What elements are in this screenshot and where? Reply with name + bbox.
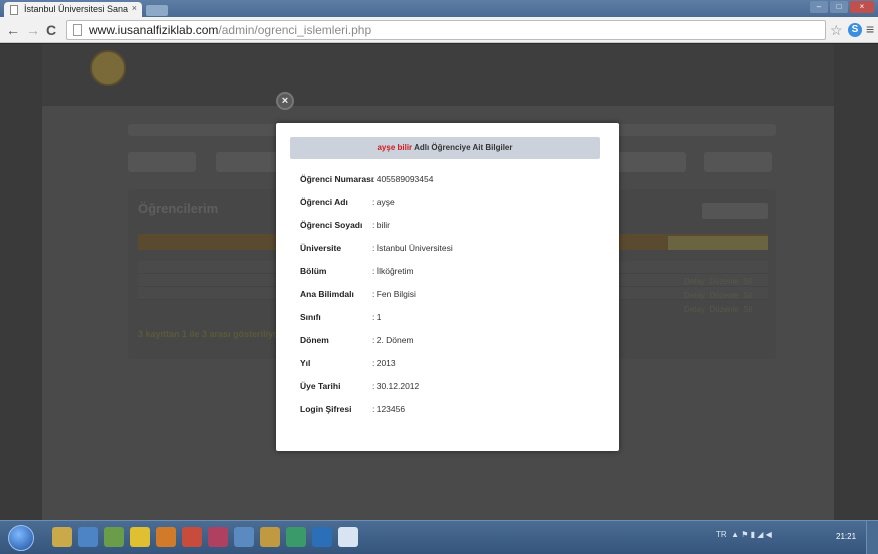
system-tray[interactable]: TR ▲ ⚑ ▮ ◢ ◀ xyxy=(716,530,772,539)
field-row-last-name: Öğrenci Soyadı: bilir xyxy=(300,220,390,230)
dimmed-button xyxy=(618,152,686,172)
row-actions: Detay Düzenle Sil Detay Düzenle Sil Deta… xyxy=(684,277,753,314)
tab-close-icon[interactable]: × xyxy=(132,3,137,13)
language-indicator[interactable]: TR xyxy=(716,530,727,539)
app-taskbar-icon[interactable] xyxy=(208,527,228,547)
explorer-taskbar-icon[interactable] xyxy=(52,527,72,547)
browser-titlebar: İstanbul Üniversitesi Sana × – □ × xyxy=(0,0,878,17)
university-logo xyxy=(90,50,126,86)
field-row-member-date: Üye Tarihi: 30.12.2012 xyxy=(300,381,420,391)
ie-taskbar-icon[interactable] xyxy=(78,527,98,547)
field-row-term: Dönem: 2. Dönem xyxy=(300,335,414,345)
field-row-first-name: Öğrenci Adı: ayşe xyxy=(300,197,395,207)
address-bar[interactable]: www.iusanalfiziklab.com/admin/ogrenci_is… xyxy=(66,20,826,40)
field-row-class: Sınıfı: 1 xyxy=(300,312,382,322)
rows-summary: 3 kayıttan 1 ile 3 arası gösteriliyor xyxy=(138,329,283,339)
forward-arrow-icon[interactable]: → xyxy=(26,21,40,39)
tab-title: İstanbul Üniversitesi Sana xyxy=(24,4,129,14)
page-favicon-icon xyxy=(10,5,18,15)
field-row-university: Üniversite: İstanbul Üniversitesi xyxy=(300,243,453,253)
student-info-modal: ayşe bilir Adlı Öğrenciye Ait Bilgiler Ö… xyxy=(276,123,619,451)
windows-taskbar: TR ▲ ⚑ ▮ ◢ ◀ 21:21 xyxy=(0,520,878,554)
dimmed-button xyxy=(704,152,772,172)
field-row-main-discipline: Ana Bilimdalı: Fen Bilgisi xyxy=(300,289,416,299)
dimmed-button xyxy=(128,152,196,172)
word-taskbar-icon[interactable] xyxy=(338,527,358,547)
app-taskbar-icon[interactable] xyxy=(286,527,306,547)
site-header xyxy=(42,44,834,106)
browser-tab[interactable]: İstanbul Üniversitesi Sana × xyxy=(4,2,142,17)
new-tab-button[interactable] xyxy=(146,5,168,16)
app-taskbar-icon[interactable] xyxy=(104,527,124,547)
window-controls: – □ × xyxy=(810,1,874,13)
modal-title-text: Adlı Öğrenciye Ait Bilgiler xyxy=(412,143,513,152)
start-button[interactable] xyxy=(8,525,34,551)
field-row-department: Bölüm: İlköğretim xyxy=(300,266,414,276)
app-taskbar-icon[interactable] xyxy=(156,527,176,547)
show-desktop-button[interactable] xyxy=(866,521,878,554)
window-close-button[interactable]: × xyxy=(850,1,874,13)
field-row-login-password: Login Şifresi: 123456 xyxy=(300,404,406,414)
panel-tab xyxy=(702,203,768,219)
reload-icon[interactable]: C xyxy=(46,21,56,39)
modal-close-button[interactable]: × xyxy=(276,92,294,110)
skype-extension-icon[interactable]: S xyxy=(848,23,862,37)
chrome-taskbar-icon[interactable] xyxy=(130,527,150,547)
browser-menu-icon[interactable]: ≡ xyxy=(866,21,874,37)
app-taskbar-icon[interactable] xyxy=(182,527,202,547)
maximize-button[interactable]: □ xyxy=(830,1,848,13)
search-box xyxy=(668,236,768,250)
app-taskbar-icon[interactable] xyxy=(234,527,254,547)
page-icon xyxy=(73,24,82,36)
taskbar-clock[interactable]: 21:21 xyxy=(836,532,856,541)
field-row-student-number: Öğrenci Numarası: 405589093454 xyxy=(300,174,434,184)
dimmed-button xyxy=(216,152,284,172)
url-host: www.iusanalfiziklab.com xyxy=(89,23,219,37)
back-arrow-icon[interactable]: ← xyxy=(6,21,20,39)
modal-header: ayşe bilir Adlı Öğrenciye Ait Bilgiler xyxy=(290,137,600,159)
bookmark-star-icon[interactable]: ☆ xyxy=(830,22,843,39)
app-taskbar-icon[interactable] xyxy=(260,527,280,547)
skype-taskbar-icon[interactable] xyxy=(312,527,332,547)
url-path: /admin/ogrenci_islemleri.php xyxy=(218,23,372,37)
minimize-button[interactable]: – xyxy=(810,1,828,13)
panel-title: Öğrencilerim xyxy=(138,201,219,216)
field-row-year: Yıl: 2013 xyxy=(300,358,396,368)
modal-student-name: ayşe bilir xyxy=(377,143,413,152)
browser-toolbar: ← → C www.iusanalfiziklab.com/admin/ogre… xyxy=(0,17,878,43)
